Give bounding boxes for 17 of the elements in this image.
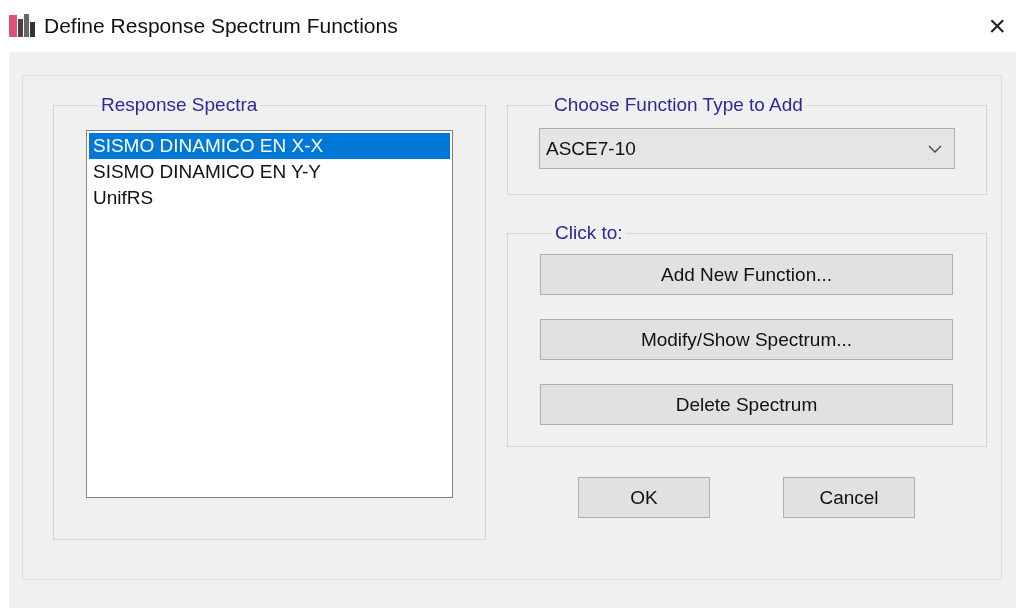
modify-spectrum-button[interactable]: Modify/Show Spectrum... [540,319,953,360]
window-title: Define Response Spectrum Functions [44,14,399,38]
delete-spectrum-button[interactable]: Delete Spectrum [540,384,953,425]
list-item[interactable]: SISMO DINAMICO EN Y-Y [89,159,450,185]
function-type-dropdown[interactable]: ASCE7-10 [539,128,955,169]
group-label: Choose Function Type to Add [553,94,804,116]
ok-button[interactable]: OK [578,477,710,518]
group-label: Response Spectra [100,94,259,116]
list-item[interactable]: SISMO DINAMICO EN X-X [89,133,450,159]
cancel-button[interactable]: Cancel [783,477,915,518]
list-item[interactable]: UnifRS [89,185,450,211]
app-icon [9,13,35,39]
spectra-list[interactable]: SISMO DINAMICO EN X-X SISMO DINAMICO EN Y-Y UnifRS [86,130,453,498]
caret-icon [928,144,942,153]
close-button[interactable]: × [988,11,1006,41]
add-function-button[interactable]: Add New Function... [540,254,953,295]
group-label: Click to: [554,222,624,244]
